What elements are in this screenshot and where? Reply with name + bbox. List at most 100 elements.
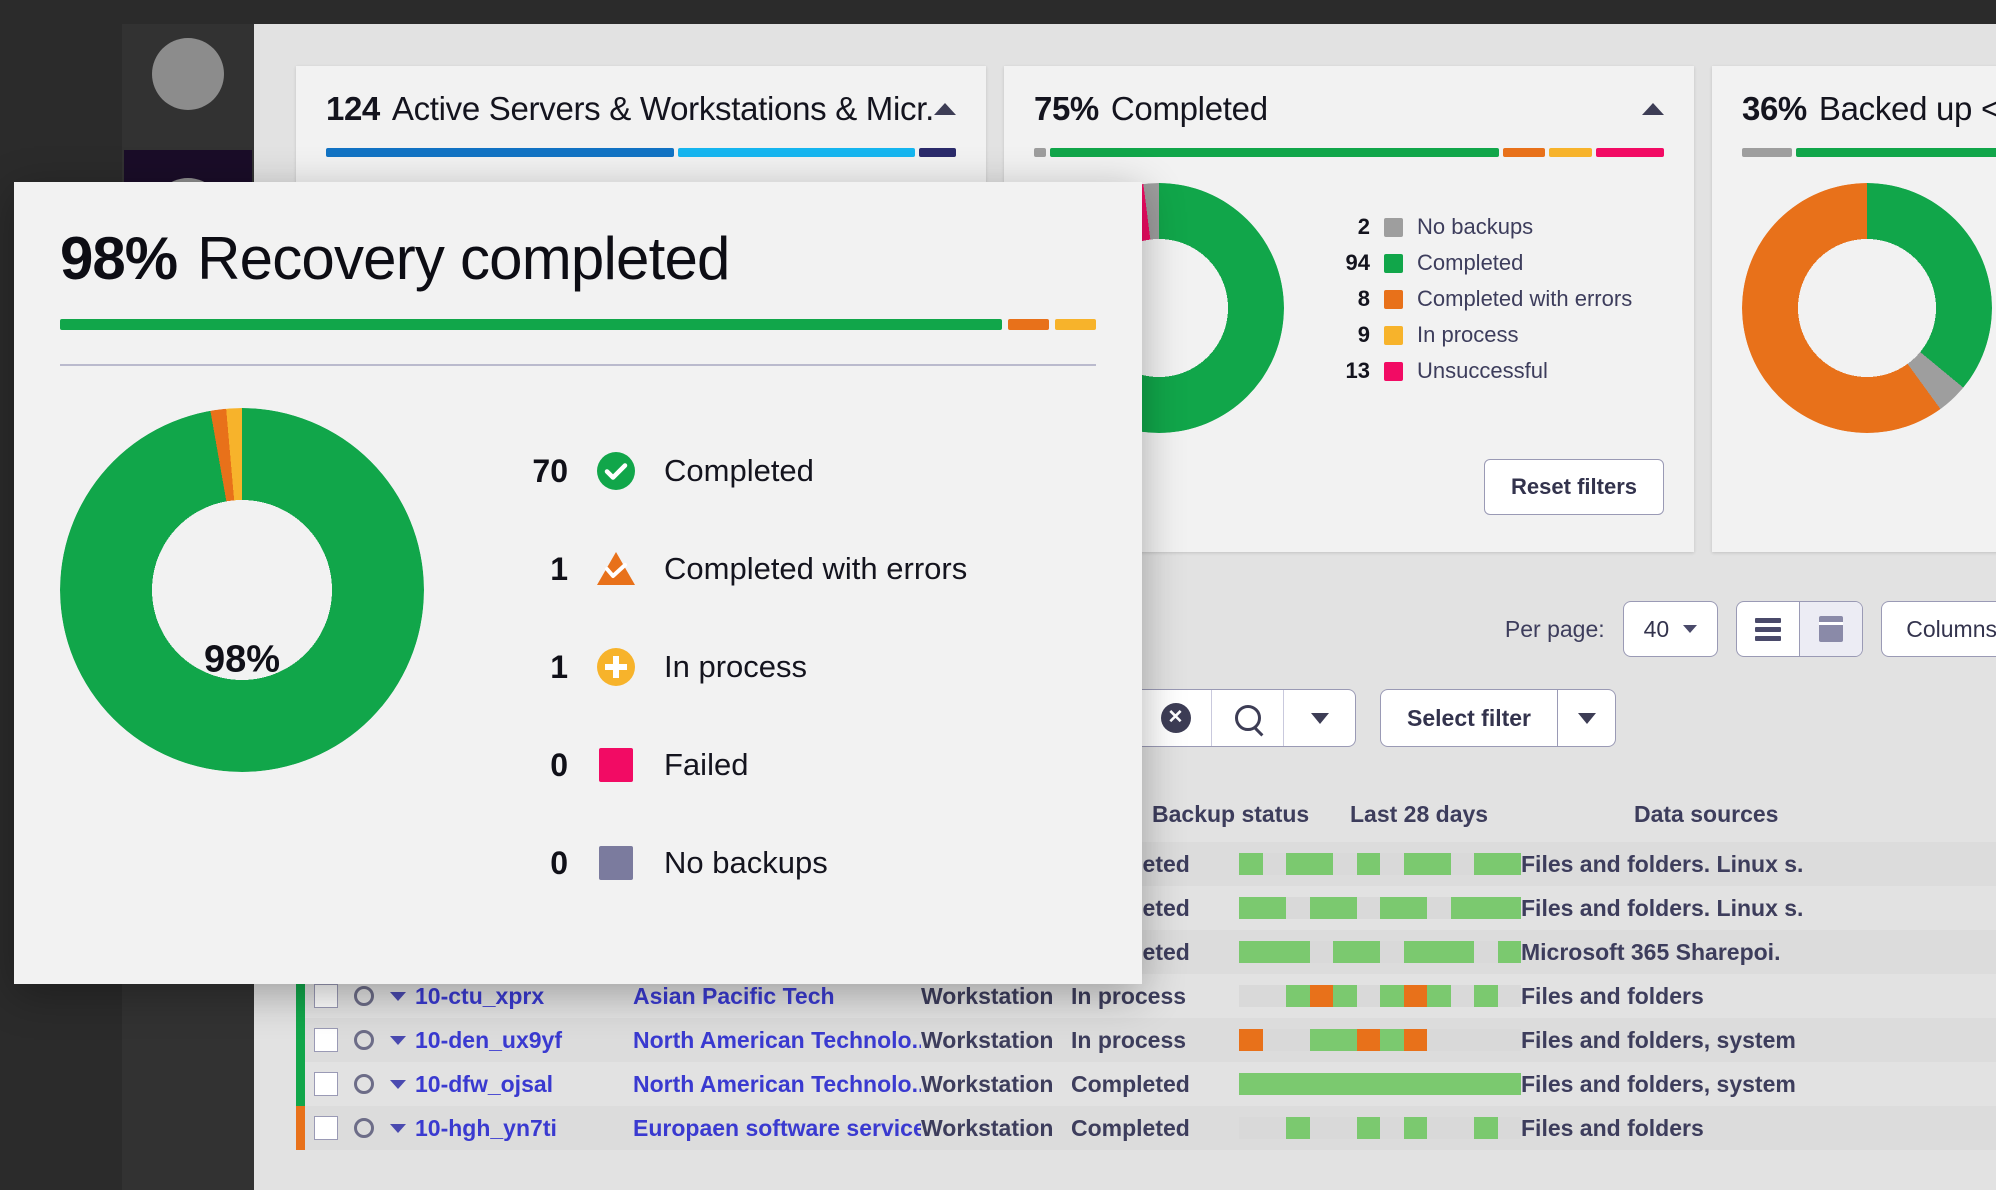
sidebar-avatar-icon[interactable] [152, 38, 224, 110]
list-view-icon[interactable] [1737, 602, 1799, 656]
legend-item[interactable]: 13 Unsuccessful [1324, 353, 1632, 389]
day-cell [1333, 1029, 1357, 1051]
day-cell [1427, 1029, 1451, 1051]
day-cell [1356, 1073, 1380, 1095]
progress-segment [1034, 148, 1047, 157]
day-cell [1497, 853, 1521, 875]
legend-count: 1 [550, 550, 568, 587]
row-checkbox[interactable] [305, 1028, 347, 1052]
legend-item[interactable]: 0 No backups [516, 814, 967, 912]
row-organization[interactable]: North American Technolo... [633, 1027, 921, 1054]
row-checkbox[interactable] [305, 1072, 347, 1096]
column-header[interactable]: Data sources [1634, 801, 1778, 828]
row-device-name[interactable]: 10-ctu_xprx [415, 983, 633, 1010]
day-cell [1286, 897, 1310, 919]
legend-label: No backups [1417, 214, 1534, 239]
row-device-name[interactable]: 10-hgh_yn7ti [415, 1115, 633, 1142]
legend-label: No backups [664, 845, 828, 880]
list-view-glyph [1755, 617, 1782, 641]
legend-count: 94 [1345, 250, 1370, 275]
row-checkbox[interactable] [305, 984, 347, 1008]
plus-circle-icon [597, 648, 635, 686]
row-organization[interactable]: North American Technolo... [633, 1071, 921, 1098]
clear-icon[interactable]: ✕ [1139, 690, 1211, 746]
chevron-down-icon[interactable] [1283, 690, 1355, 746]
legend-item[interactable]: 70 Completed [516, 422, 967, 520]
gear-icon[interactable] [347, 1074, 381, 1094]
legend-item[interactable]: 94 Completed [1324, 245, 1632, 281]
day-cell [1474, 853, 1498, 875]
legend-count: 1 [550, 648, 568, 685]
day-cell [1497, 941, 1521, 963]
day-cell [1380, 897, 1404, 919]
caret-down-icon[interactable] [381, 1123, 415, 1133]
column-header[interactable]: Backup status [1152, 801, 1350, 828]
select-filter-button[interactable]: Select filter [1381, 690, 1557, 746]
row-organization[interactable]: Europaen software service [633, 1115, 921, 1142]
recovery-donut-ring [60, 408, 424, 772]
day-cell [1450, 1117, 1474, 1139]
backed-up-donut-chart [1742, 183, 1992, 433]
check-circle-icon [597, 452, 635, 490]
row-status-flag [296, 1106, 305, 1150]
legend-label: Completed with errors [1417, 286, 1633, 311]
search-icon[interactable] [1211, 690, 1283, 746]
reset-filters-button[interactable]: Reset filters [1484, 459, 1664, 515]
recovery-modal[interactable]: 98% Recovery completed 98% 70 Completed 1 C… [14, 182, 1142, 984]
table-row[interactable]: 10-hgh_yn7ti Europaen software service Wor… [296, 1106, 1996, 1150]
card-progress-bar [326, 148, 956, 157]
select-filter-group[interactable]: Select filter [1380, 689, 1616, 747]
day-cell [1333, 1117, 1357, 1139]
legend-color-chip [1384, 253, 1403, 273]
modal-title: Recovery completed [197, 225, 730, 292]
day-cell [1450, 897, 1474, 919]
row-status-flag [296, 1018, 305, 1062]
table-row[interactable]: 10-dfw_ojsal North American Technolo... Wo… [296, 1062, 1996, 1106]
day-cell [1474, 1117, 1498, 1139]
legend-label: Failed [664, 747, 749, 782]
legend-item[interactable]: 8 Completed with errors [1324, 281, 1632, 317]
view-toggle-group[interactable] [1736, 601, 1864, 657]
completed-legend: 2 No backups 94 Completed 8 Completed with er… [1324, 209, 1633, 433]
per-page-select[interactable]: 40 [1622, 601, 1719, 657]
legend-label: In process [664, 649, 808, 684]
legend-item[interactable]: 0 Failed [516, 716, 967, 814]
day-cell [1239, 985, 1263, 1007]
row-backup-status: In process [1071, 1026, 1187, 1053]
caret-up-icon[interactable] [1642, 103, 1664, 115]
modal-body: 98% 70 Completed 1 Completed with errors 1 In… [14, 366, 1142, 912]
legend-item[interactable]: 1 In process [516, 618, 967, 716]
card-view-icon[interactable] [1800, 602, 1863, 656]
day-cell [1333, 1073, 1357, 1095]
select-filter-caret-icon[interactable] [1557, 690, 1615, 746]
day-cell [1427, 853, 1451, 875]
legend-item[interactable]: 9 In process [1324, 317, 1632, 353]
row-last-28-days [1239, 1029, 1521, 1051]
day-cell [1450, 941, 1474, 963]
day-cell [1450, 1029, 1474, 1051]
row-device-name[interactable]: 10-den_ux9yf [415, 1027, 633, 1054]
gear-icon[interactable] [347, 1118, 381, 1138]
caret-up-icon[interactable] [934, 103, 956, 115]
day-cell [1286, 1073, 1310, 1095]
card-header: 124 Active Servers & Workstations & Micr… [296, 66, 986, 128]
columns-button[interactable]: Columns [1881, 601, 1996, 657]
row-organization[interactable]: Asian Pacific Tech [633, 983, 921, 1010]
day-cell [1356, 941, 1380, 963]
caret-down-icon[interactable] [381, 1079, 415, 1089]
row-checkbox[interactable] [305, 1116, 347, 1140]
card-backed-up[interactable]: 36% Backed up < [1712, 66, 1996, 552]
column-header[interactable]: Last 28 days [1350, 801, 1634, 828]
table-row[interactable]: 10-den_ux9yf North American Technolo... Wo… [296, 1018, 1996, 1062]
day-cell [1239, 1029, 1263, 1051]
legend-item[interactable]: 1 Completed with errors [516, 520, 967, 618]
row-device-name[interactable]: 10-dfw_ojsal [415, 1071, 633, 1098]
gear-icon[interactable] [347, 1030, 381, 1050]
legend-item[interactable]: 2 No backups [1324, 209, 1632, 245]
legend-count: 0 [550, 844, 568, 881]
caret-down-icon[interactable] [381, 991, 415, 1001]
card-body [1712, 157, 1996, 433]
card-title: Completed [1110, 90, 1268, 127]
caret-down-icon[interactable] [381, 1035, 415, 1045]
gear-icon[interactable] [347, 986, 381, 1006]
